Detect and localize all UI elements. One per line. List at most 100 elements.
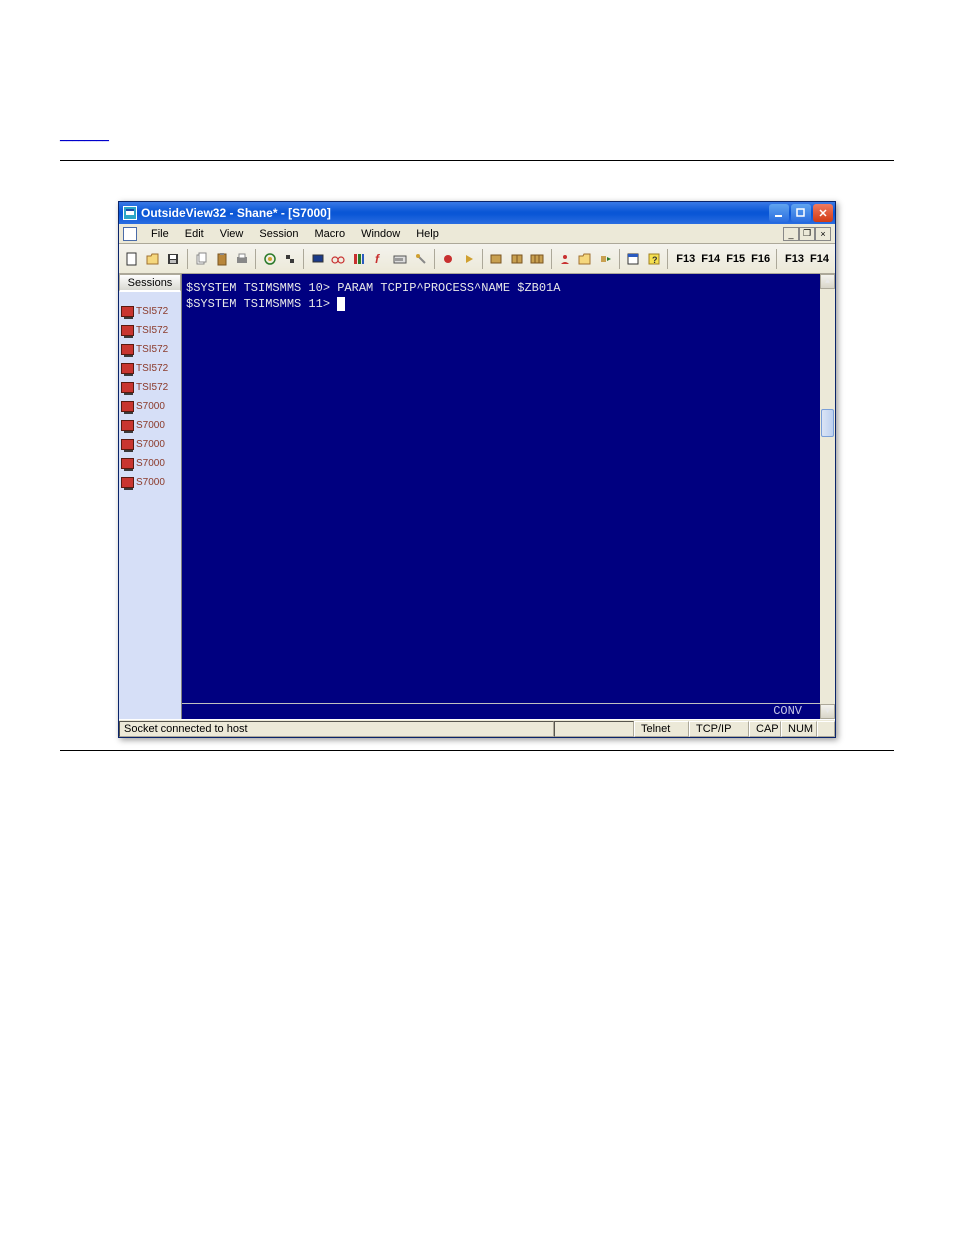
terminal-icon — [121, 401, 134, 412]
session-label: S7000 — [136, 477, 165, 488]
fkey-f13b[interactable]: F13 — [782, 253, 807, 265]
session-item[interactable]: S7000 — [119, 397, 181, 416]
folder-open-icon[interactable] — [576, 249, 595, 269]
menu-view[interactable]: View — [212, 226, 252, 242]
scroll-track[interactable] — [820, 289, 835, 704]
columns-icon[interactable] — [350, 249, 369, 269]
session-item[interactable]: TSI572 — [119, 359, 181, 378]
window-title: OutsideView32 - Shane* - [S7000] — [141, 206, 769, 220]
terminal-line: $SYSTEM TSIMSMMS 10> PARAM TCPIP^PROCESS… — [186, 281, 560, 295]
status-transport: TCP/IP — [689, 721, 749, 737]
svg-text:?: ? — [652, 255, 658, 265]
mdi-restore-button[interactable]: ❐ — [799, 227, 815, 241]
terminal-line: $SYSTEM TSIMSMMS 11> — [186, 297, 337, 311]
session-label: S7000 — [136, 458, 165, 469]
status-protocol: Telnet — [634, 721, 689, 737]
terminal-footer: CONV — [182, 703, 820, 719]
status-num: NUM — [781, 721, 817, 737]
fkey-f15[interactable]: F15 — [723, 253, 748, 265]
status-grip — [817, 721, 835, 737]
session-item[interactable]: TSI572 — [119, 321, 181, 340]
function-icon[interactable]: f — [370, 249, 389, 269]
session-item[interactable]: TSI572 — [119, 378, 181, 397]
menu-session[interactable]: Session — [251, 226, 306, 242]
session-label: TSI572 — [136, 306, 168, 317]
scroll-down-button[interactable]: ▼ — [820, 704, 835, 719]
session-item[interactable]: S7000 — [119, 473, 181, 492]
record-icon[interactable] — [439, 249, 458, 269]
session-label: S7000 — [136, 401, 165, 412]
terminal-icon — [121, 477, 134, 488]
statusbar: Socket connected to host Telnet TCP/IP C… — [119, 719, 835, 737]
terminal-icon — [121, 306, 134, 317]
session-label: TSI572 — [136, 363, 168, 374]
menu-help[interactable]: Help — [408, 226, 447, 242]
divider-bottom — [60, 750, 894, 751]
terminal-icon — [121, 325, 134, 336]
session-label: TSI572 — [136, 325, 168, 336]
fkey-f16[interactable]: F16 — [748, 253, 773, 265]
copy-icon[interactable] — [192, 249, 211, 269]
session-item[interactable]: S7000 — [119, 435, 181, 454]
save-icon[interactable] — [164, 249, 183, 269]
paste-icon[interactable] — [212, 249, 231, 269]
menu-file[interactable]: File — [143, 226, 177, 242]
play-icon[interactable] — [459, 249, 478, 269]
glasses-icon[interactable] — [329, 249, 348, 269]
macro1-icon[interactable] — [487, 249, 506, 269]
session-label: S7000 — [136, 420, 165, 431]
terminal-icon — [121, 439, 134, 450]
vertical-scrollbar[interactable]: ▲ ▼ — [820, 274, 835, 719]
macro3-icon[interactable] — [528, 249, 547, 269]
document-icon[interactable] — [123, 227, 137, 241]
window-icon[interactable] — [624, 249, 643, 269]
minimize-button[interactable] — [769, 204, 789, 222]
tools-icon[interactable] — [411, 249, 430, 269]
maximize-button[interactable] — [791, 204, 811, 222]
terminal-view[interactable]: $SYSTEM TSIMSMMS 10> PARAM TCPIP^PROCESS… — [182, 274, 835, 719]
fkey-f14b[interactable]: F14 — [807, 253, 832, 265]
divider-top — [60, 160, 894, 161]
session-item[interactable]: TSI572 — [119, 302, 181, 321]
print-icon[interactable] — [233, 249, 252, 269]
session-item[interactable]: S7000 — [119, 416, 181, 435]
disconnect-icon[interactable] — [281, 249, 300, 269]
titlebar: OutsideView32 - Shane* - [S7000] — [119, 202, 835, 224]
menu-window[interactable]: Window — [353, 226, 408, 242]
sessions-header: Sessions — [119, 274, 181, 292]
terminal-content: $SYSTEM TSIMSMMS 10> PARAM TCPIP^PROCESS… — [182, 274, 835, 318]
fkey-f14[interactable]: F14 — [698, 253, 723, 265]
terminal-icon — [121, 344, 134, 355]
mdi-close-button[interactable]: × — [815, 227, 831, 241]
status-message: Socket connected to host — [119, 721, 554, 737]
status-spacer — [554, 721, 634, 737]
new-icon[interactable] — [123, 249, 142, 269]
scroll-up-button[interactable]: ▲ — [820, 274, 835, 289]
close-button[interactable] — [813, 204, 833, 222]
session-label: TSI572 — [136, 382, 168, 393]
toolbar: f ? F13 F14 F15 F16 — [119, 244, 835, 274]
application-window: OutsideView32 - Shane* - [S7000] File Ed… — [118, 201, 836, 738]
keyboard-icon[interactable] — [391, 249, 410, 269]
app-icon — [123, 206, 137, 220]
menu-macro[interactable]: Macro — [307, 226, 354, 242]
session-item[interactable]: TSI572 — [119, 340, 181, 359]
mdi-minimize-button[interactable]: _ — [783, 227, 799, 241]
terminal-icon — [121, 382, 134, 393]
menu-edit[interactable]: Edit — [177, 226, 212, 242]
connect-icon[interactable] — [260, 249, 279, 269]
help-icon[interactable]: ? — [645, 249, 664, 269]
breadcrumb-link[interactable]: ________ — [60, 130, 109, 142]
session-item[interactable]: S7000 — [119, 454, 181, 473]
person-icon[interactable] — [556, 249, 575, 269]
scroll-thumb[interactable] — [821, 409, 834, 437]
workspace: Sessions TSI572 TSI572 TSI572 TSI572 TSI… — [119, 274, 835, 719]
session-label: TSI572 — [136, 344, 168, 355]
transfer-icon[interactable] — [597, 249, 616, 269]
sessions-panel: Sessions TSI572 TSI572 TSI572 TSI572 TSI… — [119, 274, 182, 719]
screen-icon[interactable] — [308, 249, 327, 269]
svg-text:f: f — [375, 252, 380, 266]
fkey-f13[interactable]: F13 — [673, 253, 698, 265]
macro2-icon[interactable] — [507, 249, 526, 269]
open-icon[interactable] — [144, 249, 163, 269]
